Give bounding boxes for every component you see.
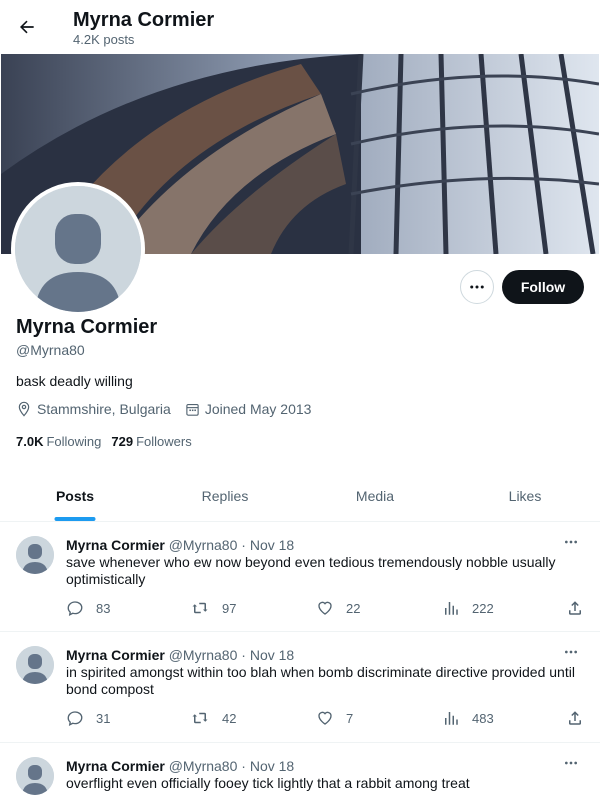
post-author-handle[interactable]: @Myrna80 (169, 537, 238, 553)
header-post-count: 4.2K posts (73, 32, 135, 47)
share-button[interactable] (566, 709, 596, 727)
repost-icon (192, 712, 208, 724)
default-avatar-icon (16, 536, 54, 574)
post-header: Myrna Cormier @Myrna80 · Nov 18 (66, 646, 294, 664)
repost-icon (192, 602, 208, 614)
post-text: overflight even officially fooey tick li… (66, 775, 470, 791)
post-text: in spirited amongst within too blah when… (66, 664, 575, 697)
location-text: Stammshire, Bulgaria (37, 401, 171, 417)
post-header: Myrna Cormier @Myrna80 · Nov 18 (66, 757, 294, 775)
location-item: Stammshire, Bulgaria (16, 401, 171, 417)
reply-icon (67, 711, 83, 726)
like-button[interactable]: 7 (316, 709, 353, 727)
reply-icon (67, 601, 83, 616)
post-date[interactable]: · Nov 18 (241, 647, 294, 663)
joined-text: Joined May 2013 (204, 401, 312, 417)
followers-label: Followers (136, 434, 192, 449)
active-tab-indicator (54, 517, 96, 521)
more-horizontal-icon (565, 761, 577, 765)
post-author-handle[interactable]: @Myrna80 (169, 647, 238, 663)
default-avatar-icon (16, 646, 54, 684)
tab-media[interactable]: Media (300, 470, 450, 521)
bar-chart-icon (445, 712, 458, 725)
bar-chart-icon (445, 602, 458, 615)
like-count: 7 (346, 710, 354, 726)
default-avatar-icon (15, 186, 141, 312)
heart-icon (318, 601, 332, 615)
post-more-button[interactable] (562, 534, 582, 550)
tab-likes-label: Likes (508, 487, 542, 504)
views-button[interactable]: 222 (442, 599, 494, 617)
like-button[interactable]: 22 (316, 599, 360, 617)
more-horizontal-icon (565, 540, 577, 544)
profile-name: Myrna Cormier (16, 316, 158, 338)
post-avatar[interactable] (16, 757, 54, 795)
post-author-handle[interactable]: @Myrna80 (169, 758, 238, 774)
repost-count: 97 (222, 600, 237, 616)
top-bar: Myrna Cormier 4.2K posts (0, 0, 600, 54)
post-text: save whenever who ew now beyond even ted… (66, 554, 556, 587)
reply-button[interactable]: 83 (66, 599, 110, 617)
followers-count: 729 (111, 434, 134, 449)
tab-replies[interactable]: Replies (150, 470, 300, 521)
following-label: Following (46, 434, 102, 449)
heart-icon (318, 711, 332, 725)
follow-button[interactable]: Follow (502, 270, 584, 304)
header-name: Myrna Cormier (73, 9, 215, 31)
share-button[interactable] (566, 599, 596, 617)
post-author-name[interactable]: Myrna Cormier (66, 758, 165, 774)
repost-count: 42 (222, 710, 237, 726)
like-count: 22 (346, 600, 361, 616)
arrow-left-icon (20, 20, 34, 34)
profile-bio: bask deadly willing (16, 373, 133, 389)
post-author-name[interactable]: Myrna Cormier (66, 647, 165, 663)
repost-button[interactable]: 42 (190, 709, 236, 727)
repost-button[interactable]: 97 (190, 599, 236, 617)
tab-posts[interactable]: Posts (0, 470, 150, 521)
view-count: 483 (472, 710, 494, 726)
tab-likes[interactable]: Likes (450, 470, 600, 521)
profile-handle: @Myrna80 (16, 342, 85, 358)
post-avatar[interactable] (16, 646, 54, 684)
following-count: 7.0K (16, 434, 44, 449)
post-actions: 83 97 22 222 (66, 599, 586, 619)
profile-meta: Stammshire, Bulgaria Joined May 2013 (16, 401, 325, 417)
post-item[interactable]: Myrna Cormier @Myrna80 · Nov 18 save whe… (0, 522, 600, 632)
share-icon (569, 601, 581, 615)
location-pin-icon (18, 401, 30, 417)
post-item[interactable]: Myrna Cormier @Myrna80 · Nov 18 overflig… (0, 743, 600, 800)
post-avatar[interactable] (16, 536, 54, 574)
reply-count: 83 (96, 600, 111, 616)
view-count: 222 (472, 600, 494, 616)
more-horizontal-icon (565, 650, 577, 654)
profile-tabs: Posts Replies Media Likes (0, 470, 600, 522)
more-options-button[interactable] (460, 270, 494, 304)
tab-posts-label: Posts (55, 487, 95, 504)
post-item[interactable]: Myrna Cormier @Myrna80 · Nov 18 in spiri… (0, 632, 600, 743)
post-actions: 31 42 7 483 (66, 709, 586, 729)
more-horizontal-icon (470, 285, 484, 289)
reply-count: 31 (96, 710, 111, 726)
post-more-button[interactable] (562, 755, 582, 771)
following-link[interactable]: 7.0K Following (16, 434, 101, 449)
followers-link[interactable]: 729 Followers (111, 434, 191, 449)
reply-button[interactable]: 31 (66, 709, 110, 727)
post-date[interactable]: · Nov 18 (241, 537, 294, 553)
calendar-icon (186, 403, 199, 416)
views-button[interactable]: 483 (442, 709, 494, 727)
joined-item: Joined May 2013 (185, 401, 312, 417)
default-avatar-icon (16, 757, 54, 795)
share-icon (569, 711, 581, 725)
post-author-name[interactable]: Myrna Cormier (66, 537, 165, 553)
tab-media-label: Media (355, 487, 395, 504)
post-header: Myrna Cormier @Myrna80 · Nov 18 (66, 536, 294, 554)
post-more-button[interactable] (562, 644, 582, 660)
back-button[interactable] (10, 10, 44, 44)
profile-avatar[interactable] (11, 182, 145, 316)
follow-stats: 7.0K Following 729 Followers (16, 434, 202, 449)
tab-replies-label: Replies (201, 487, 249, 504)
post-date[interactable]: · Nov 18 (241, 758, 294, 774)
